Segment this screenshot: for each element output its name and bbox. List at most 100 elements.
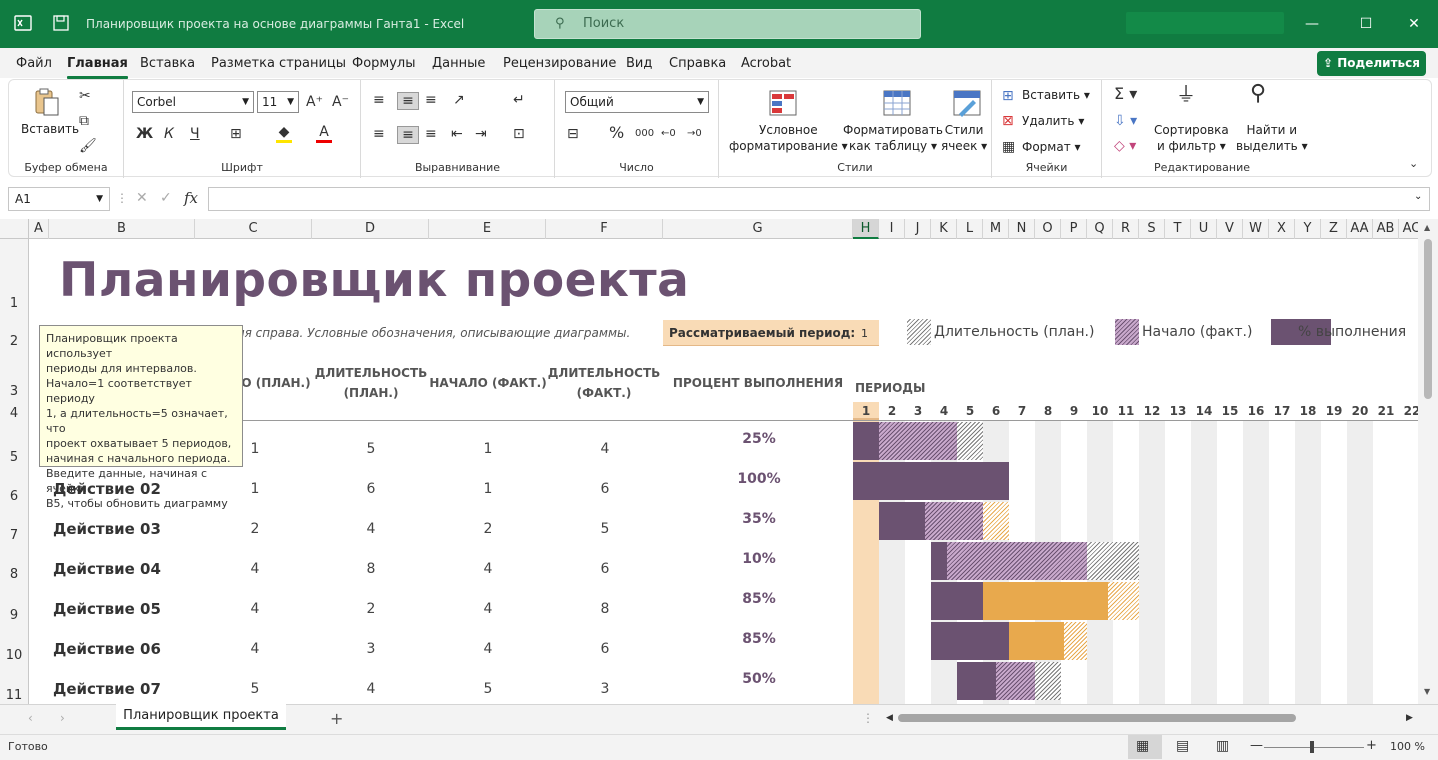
row-header-5[interactable]: 5 [0,451,28,465]
activity-percent[interactable]: 100% [729,471,789,487]
row-header-11[interactable]: 11 [0,689,28,703]
increase-decimal-icon[interactable]: ←0 [661,126,676,142]
activity-name[interactable]: Действие 05 [53,600,161,618]
page-layout-icon[interactable]: ▤ [1176,738,1189,754]
find-select-button[interactable]: Найти и выделить ▾ [1236,122,1308,154]
column-header-k[interactable]: K [931,219,957,239]
minimize-icon[interactable]: — [1302,14,1322,34]
number-format-select[interactable]: Общий ▼ [565,91,709,113]
scroll-up-icon[interactable]: ▲ [1424,223,1430,232]
zoom-out-icon[interactable]: — [1250,738,1263,753]
fill-color-icon[interactable]: ◆ [276,124,292,143]
column-header-aa[interactable]: AA [1347,219,1373,239]
zoom-in-icon[interactable]: + [1366,738,1377,753]
column-header-ab[interactable]: AB [1373,219,1399,239]
account-area[interactable] [1126,12,1284,34]
conditional-formatting-button[interactable]: Условное форматирование ▾ [729,122,848,154]
activity-dur-act[interactable]: 3 [575,681,635,697]
format-as-table-icon[interactable] [881,88,913,120]
activity-dur-act[interactable]: 6 [575,561,635,577]
activity-percent[interactable]: 85% [729,591,789,607]
activity-percent[interactable]: 35% [729,511,789,527]
tab-page-layout[interactable]: Разметка страницы [211,56,346,71]
activity-dur-act[interactable]: 4 [575,441,635,457]
borders-icon[interactable]: ⊞ [230,126,242,142]
insert-function-icon[interactable]: fx [184,189,198,207]
row-header-6[interactable]: 6 [0,490,28,504]
next-sheet-icon[interactable]: › [60,711,65,725]
column-header-w[interactable]: W [1243,219,1269,239]
column-header-o[interactable]: O [1035,219,1061,239]
column-header-q[interactable]: Q [1087,219,1113,239]
column-header-c[interactable]: C [195,219,312,239]
sort-filter-icon[interactable]: ⏚ [1176,84,1196,104]
column-header-m[interactable]: M [983,219,1009,239]
delete-cells-icon[interactable]: ⊠ [1002,113,1014,129]
column-header-v[interactable]: V [1217,219,1243,239]
column-header-l[interactable]: L [957,219,983,239]
horizontal-scroll-thumb[interactable] [898,714,1296,722]
fill-icon[interactable]: ⇩ ▾ [1114,113,1137,129]
column-header-s[interactable]: S [1139,219,1165,239]
insert-cells-button[interactable]: Вставить ▾ [1022,88,1090,102]
tab-home[interactable]: Главная [67,56,128,79]
scroll-left-icon[interactable]: ◀ [886,713,893,723]
percent-style-icon[interactable]: % [609,125,624,141]
scroll-right-icon[interactable]: ▶ [1406,713,1413,723]
column-header-j[interactable]: J [905,219,931,239]
cell-styles-button[interactable]: Стили ячеек ▾ [941,122,987,154]
zoom-slider-thumb[interactable] [1310,741,1314,753]
decrease-decimal-icon[interactable]: →0 [687,126,702,142]
share-button[interactable]: ⇪ Поделиться [1317,51,1426,76]
row-header-2[interactable]: 2 [0,335,28,349]
period-value[interactable]: 1 [861,327,868,340]
activity-name[interactable]: Действие 06 [53,640,161,658]
column-header-z[interactable]: Z [1321,219,1347,239]
wrap-text-icon[interactable]: ↵ [513,92,525,108]
activity-name[interactable]: Действие 04 [53,560,161,578]
tab-formulas[interactable]: Формулы [352,56,415,71]
grow-font-icon[interactable]: A⁺ [306,94,323,110]
activity-start-plan[interactable]: 4 [225,641,285,657]
font-size-select[interactable]: 11 ▼ [257,91,299,113]
worksheet-grid[interactable]: Планировщик проекта ния справа. Условные… [29,239,1418,704]
collapse-ribbon-icon[interactable]: ⌄ [1409,156,1418,172]
expand-formula-icon[interactable]: ⌄ [1414,191,1422,202]
decrease-indent-icon[interactable]: ⇤ [451,126,463,142]
activity-start-plan[interactable]: 5 [225,681,285,697]
activity-start-plan[interactable]: 2 [225,521,285,537]
activity-start-act[interactable]: 1 [458,441,518,457]
activity-dur-act[interactable]: 6 [575,481,635,497]
activity-name[interactable]: Действие 03 [53,520,161,538]
orientation-icon[interactable]: ↗ [453,92,465,108]
close-icon[interactable]: ✕ [1404,14,1424,34]
column-header-i[interactable]: I [879,219,905,239]
tab-insert[interactable]: Вставка [140,56,195,71]
column-header-e[interactable]: E [429,219,546,239]
row-header-8[interactable]: 8 [0,568,28,582]
activity-start-act[interactable]: 2 [458,521,518,537]
delete-cells-button[interactable]: Удалить ▾ [1022,114,1084,128]
save-icon[interactable] [52,14,70,32]
activity-start-act[interactable]: 1 [458,481,518,497]
activity-start-act[interactable]: 4 [458,601,518,617]
vertical-scroll-thumb[interactable] [1424,239,1432,399]
column-header-b[interactable]: B [49,219,195,239]
column-header-r[interactable]: R [1113,219,1139,239]
search-box[interactable]: ⚲ Поиск [534,9,921,39]
clear-icon[interactable]: ◇ ▾ [1114,138,1136,154]
activity-start-plan[interactable]: 4 [225,601,285,617]
align-bottom-icon[interactable]: ≡ [425,92,437,108]
select-all-corner[interactable] [0,219,29,239]
scroll-down-icon[interactable]: ▼ [1424,687,1430,696]
sort-filter-button[interactable]: Сортировка и фильтр ▾ [1154,122,1229,154]
format-cells-icon[interactable]: ▦ [1002,139,1015,155]
autosum-icon[interactable]: Σ ▾ [1114,86,1137,102]
copy-icon[interactable]: ⧉ [79,113,89,129]
normal-view-icon[interactable]: ▦ [1136,738,1149,754]
maximize-icon[interactable]: ☐ [1356,14,1376,34]
enter-icon[interactable]: ✓ [160,190,172,206]
format-painter-icon[interactable]: 🖌 [79,138,97,154]
row-header-10[interactable]: 10 [0,649,28,663]
comma-style-icon[interactable]: 000 [635,126,654,142]
